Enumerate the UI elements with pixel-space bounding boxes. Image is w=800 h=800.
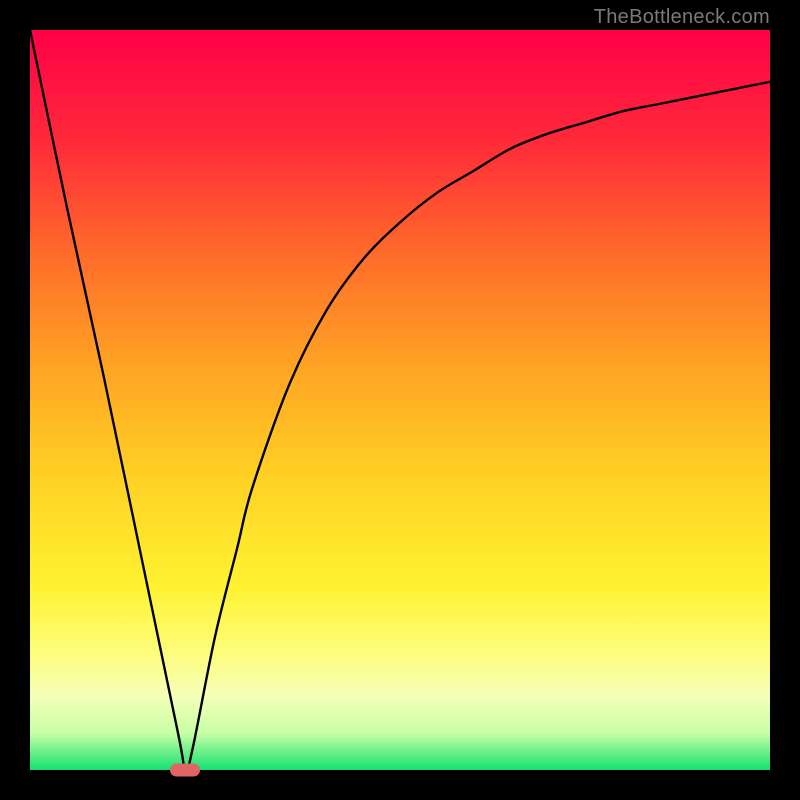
plot-area: [30, 30, 770, 770]
optimum-marker: [170, 764, 200, 777]
curve-path: [30, 30, 770, 770]
attribution-text: TheBottleneck.com: [594, 6, 770, 29]
bottleneck-curve: [30, 30, 770, 770]
chart-frame: TheBottleneck.com: [0, 0, 800, 800]
